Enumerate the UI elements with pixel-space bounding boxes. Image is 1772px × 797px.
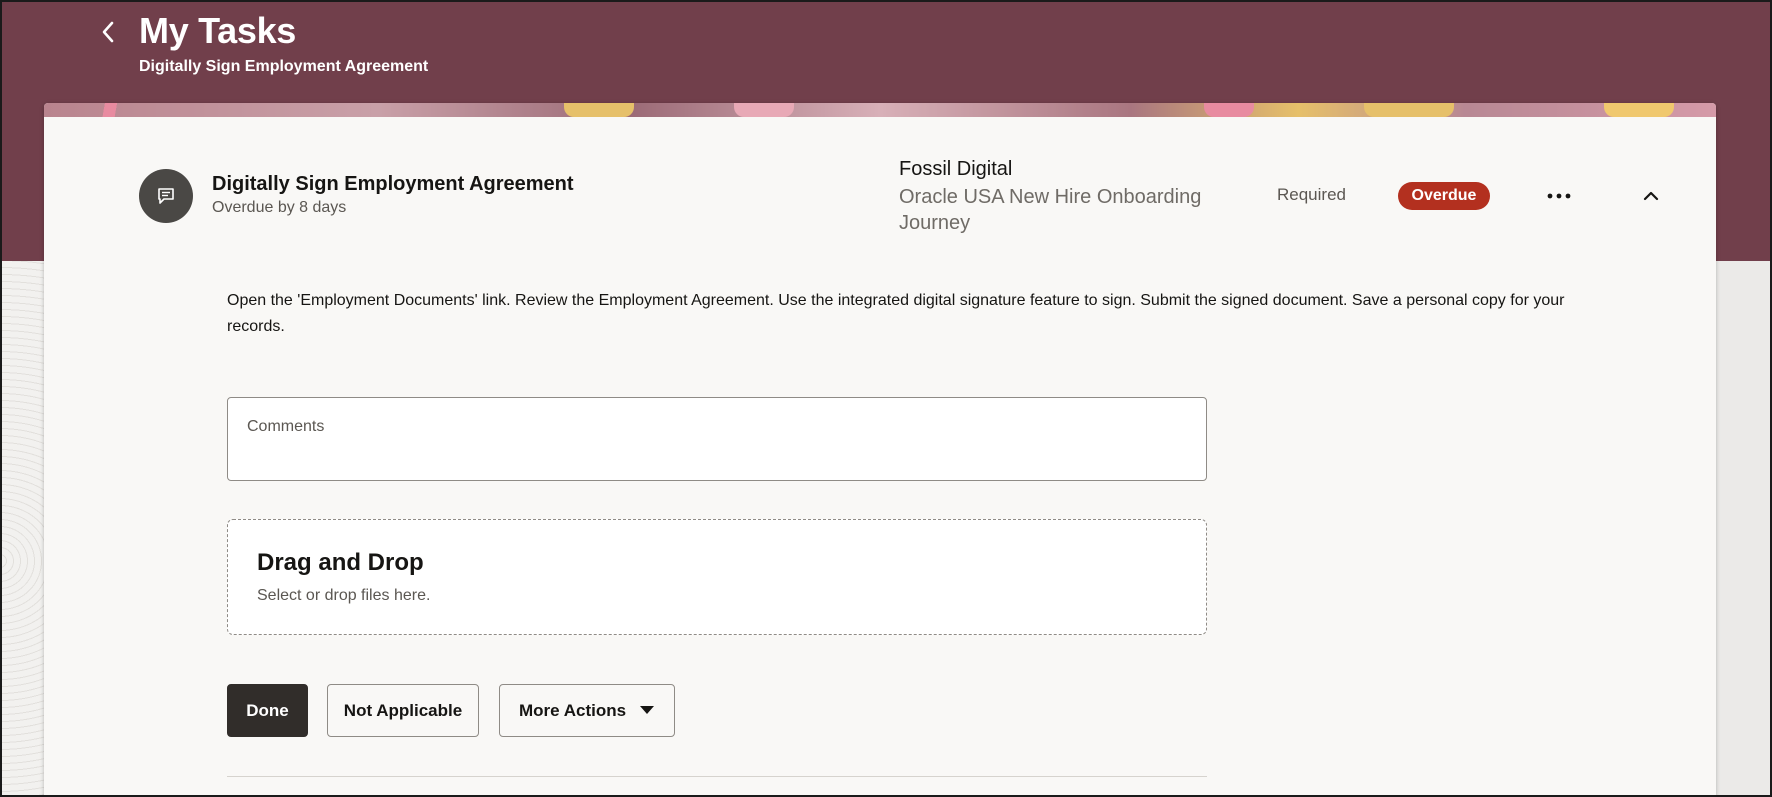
required-label: Required <box>1277 185 1346 204</box>
more-actions-button[interactable]: More Actions <box>499 684 675 737</box>
task-title[interactable]: Digitally Sign Employment Agreement <box>212 173 574 196</box>
organization-name: Fossil Digital <box>899 158 1013 180</box>
task-avatar <box>139 169 193 223</box>
not-applicable-button-label: Not Applicable <box>343 700 463 720</box>
background-texture-right <box>1716 261 1772 797</box>
divider <box>227 776 1207 777</box>
card-banner <box>44 103 1716 117</box>
background-texture <box>0 261 44 797</box>
task-card: Digitally Sign Employment Agreement Over… <box>44 103 1716 797</box>
task-overdue-text: Overdue by 8 days <box>212 199 347 216</box>
dropzone-title: Drag and Drop <box>257 549 424 576</box>
done-button[interactable]: Done <box>227 684 308 737</box>
dropzone-subtitle: Select or drop files here. <box>257 587 431 604</box>
message-icon <box>158 188 174 204</box>
journey-name: Oracle USA New Hire Onboarding Journey <box>899 186 1202 234</box>
done-button-label: Done <box>246 700 289 720</box>
page-title: My Tasks <box>139 10 297 51</box>
not-applicable-button[interactable]: Not Applicable <box>327 684 479 737</box>
more-actions-button-label: More Actions <box>519 700 627 720</box>
comments-field[interactable]: Comments <box>227 397 1207 481</box>
back-button[interactable] <box>92 14 124 50</box>
more-options-button[interactable] <box>1541 181 1577 211</box>
status-badge: Overdue <box>1398 182 1490 210</box>
ellipsis-icon <box>1547 193 1571 199</box>
collapse-button[interactable] <box>1635 181 1667 211</box>
comments-label: Comments <box>247 418 325 435</box>
task-instructions: Open the 'Employment Documents' link. Re… <box>227 292 1565 335</box>
chevron-left-icon <box>102 21 114 43</box>
file-dropzone[interactable]: Drag and Drop Select or drop files here. <box>227 519 1207 635</box>
caret-down-icon <box>640 706 654 714</box>
page-subtitle: Digitally Sign Employment Agreement <box>139 58 429 75</box>
chevron-up-icon <box>1643 191 1659 201</box>
